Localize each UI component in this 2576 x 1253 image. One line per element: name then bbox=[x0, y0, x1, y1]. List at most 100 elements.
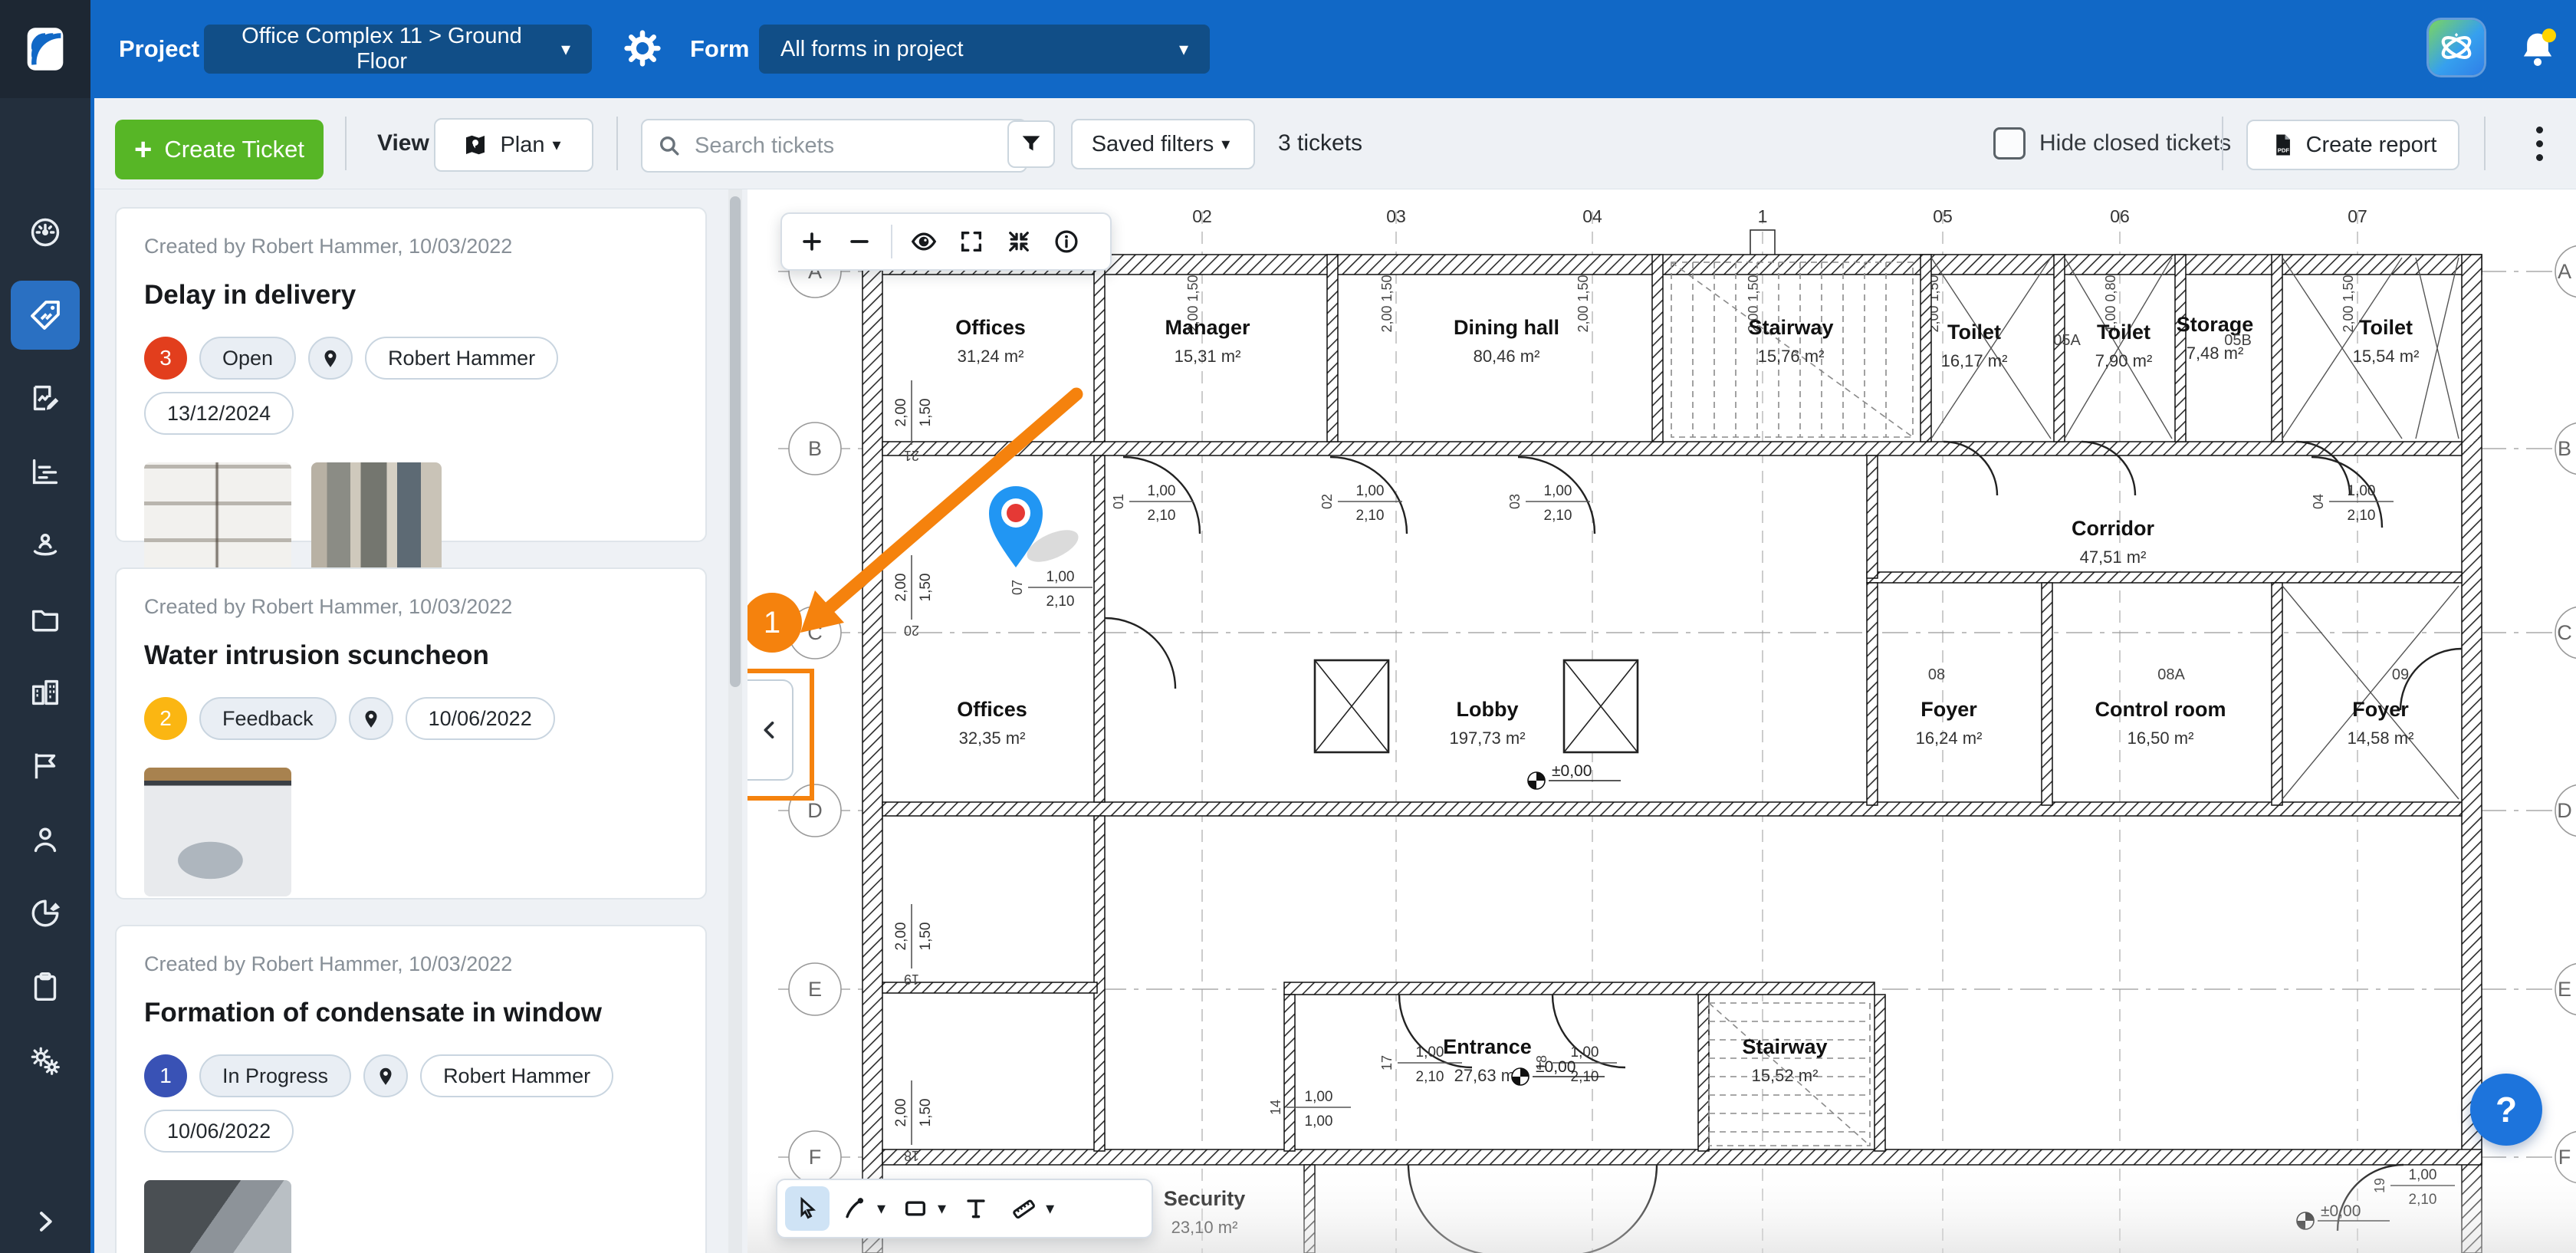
grid-row-label: E bbox=[808, 978, 822, 1001]
search-box bbox=[641, 119, 1027, 173]
more-options-button[interactable] bbox=[2515, 117, 2564, 170]
plan-draw-toolbar: ▾ ▾ ▾ bbox=[776, 1179, 1153, 1238]
dim-top: 1,00 bbox=[1544, 483, 1572, 499]
hide-closed-label: Hide closed tickets bbox=[2039, 130, 2231, 156]
svg-text:C: C bbox=[2557, 621, 2572, 644]
view-selector[interactable]: Plan ▾ bbox=[434, 118, 593, 172]
tickets-toolbar: + Create Ticket View Plan ▾ Saved fil bbox=[90, 98, 2576, 189]
brand-logo-icon bbox=[18, 22, 72, 76]
status-badge: In Progress bbox=[199, 1054, 351, 1097]
location-pin-badge[interactable] bbox=[308, 337, 353, 380]
search-input[interactable] bbox=[693, 133, 972, 160]
create-ticket-button[interactable]: + Create Ticket bbox=[115, 120, 324, 179]
search-icon bbox=[656, 133, 682, 159]
measure-tool-caret[interactable]: ▾ bbox=[1046, 1199, 1054, 1218]
notification-dot bbox=[2542, 28, 2556, 42]
sidebar-item-tasks[interactable] bbox=[11, 952, 80, 1021]
help-button[interactable]: ? bbox=[2470, 1074, 2542, 1146]
shape-tool-caret[interactable]: ▾ bbox=[938, 1199, 946, 1218]
ticket-card[interactable]: Created by Robert Hammer, 10/03/2022 For… bbox=[115, 925, 707, 1253]
chevron-down-icon: ▾ bbox=[1179, 38, 1188, 61]
project-settings-button[interactable] bbox=[619, 26, 665, 72]
floor-plan-canvas[interactable]: 022,00 1,50032,00 1,50042,00 1,5012,00 1… bbox=[748, 189, 2576, 1253]
project-selector-value: Office Complex 11 > Ground Floor bbox=[225, 24, 538, 74]
sidebar-item-documents[interactable] bbox=[11, 584, 80, 653]
room-name: Control room bbox=[2095, 698, 2226, 721]
dim-top: 1,00 bbox=[2348, 483, 2376, 499]
location-pin-badge[interactable] bbox=[363, 1054, 408, 1097]
toggle-visibility-button[interactable] bbox=[902, 219, 946, 264]
checkbox-icon[interactable] bbox=[1993, 127, 2026, 160]
room-name: Toilet bbox=[2097, 321, 2150, 344]
room-name: Lobby bbox=[1457, 698, 1519, 721]
plan-walls bbox=[863, 255, 2482, 1253]
room-area: 15,52 m² bbox=[1752, 1066, 1819, 1085]
brand-logo[interactable] bbox=[0, 0, 90, 98]
zoom-in-button[interactable] bbox=[790, 219, 834, 264]
svg-text:E: E bbox=[2558, 978, 2571, 1001]
pen-tool-button[interactable] bbox=[833, 1186, 877, 1231]
plan-info-button[interactable] bbox=[1044, 219, 1089, 264]
fullscreen-button[interactable] bbox=[949, 219, 994, 264]
sidebar-item-settings[interactable] bbox=[11, 1026, 80, 1095]
collapse-panel-button[interactable] bbox=[748, 679, 794, 781]
filter-button[interactable] bbox=[1007, 120, 1055, 168]
gears-icon bbox=[28, 1043, 63, 1078]
sidebar-item-forms[interactable] bbox=[11, 363, 80, 432]
sidebar-item-projects[interactable] bbox=[11, 658, 80, 727]
create-ticket-label: Create Ticket bbox=[164, 136, 304, 163]
gear-icon bbox=[623, 28, 662, 68]
chevron-right-icon bbox=[30, 1206, 61, 1237]
sidebar-item-tickets[interactable] bbox=[11, 281, 80, 350]
notifications-button[interactable] bbox=[2513, 26, 2562, 75]
sidebar-item-statistics[interactable] bbox=[11, 437, 80, 506]
location-pin-icon bbox=[374, 1064, 397, 1087]
sidebar-item-milestones[interactable] bbox=[11, 732, 80, 801]
dim-top: 2,00 bbox=[893, 574, 909, 602]
room-name: Stairway bbox=[1748, 316, 1833, 339]
hide-closed-toggle[interactable]: Hide closed tickets bbox=[1993, 98, 2231, 189]
chevron-down-icon: ▾ bbox=[561, 38, 570, 61]
plus-icon: + bbox=[134, 134, 152, 165]
saved-filters-selector[interactable]: Saved filters ▾ bbox=[1071, 119, 1255, 169]
shape-tool-button[interactable] bbox=[893, 1186, 938, 1231]
sidebar-item-contacts[interactable] bbox=[11, 805, 80, 874]
grid-row-label: B bbox=[808, 437, 822, 460]
priority-badge: 3 bbox=[144, 337, 187, 380]
ticket-card[interactable]: Created by Robert Hammer, 10/03/2022 Del… bbox=[115, 207, 707, 542]
room-area: 15,54 m² bbox=[2353, 347, 2420, 366]
sidebar-item-site-inspection[interactable] bbox=[11, 511, 80, 580]
ticket-title: Formation of condensate in window bbox=[144, 998, 678, 1028]
dim-bottom: 1,00 bbox=[1305, 1113, 1333, 1130]
project-selector[interactable]: Office Complex 11 > Ground Floor ▾ bbox=[204, 25, 592, 74]
pen-tool-caret[interactable]: ▾ bbox=[877, 1199, 886, 1218]
create-report-button[interactable]: PDF Create report bbox=[2246, 120, 2459, 170]
dashboard-gauge-icon bbox=[28, 215, 63, 250]
zoom-out-button[interactable] bbox=[837, 219, 882, 264]
date-badge: 10/06/2022 bbox=[144, 1110, 294, 1153]
fit-to-screen-button[interactable] bbox=[997, 219, 1041, 264]
dim-number: 04 bbox=[2311, 494, 2326, 509]
dim-bottom: 1,50 bbox=[918, 399, 934, 427]
scrollbar-thumb[interactable] bbox=[730, 196, 741, 687]
ticket-map-pin[interactable] bbox=[989, 486, 1083, 568]
dim-top: 2,00 bbox=[893, 922, 909, 951]
room-area: 16,50 m² bbox=[2128, 728, 2194, 748]
ticket-card[interactable]: Created by Robert Hammer, 10/03/2022 Wat… bbox=[115, 567, 707, 899]
select-tool-button[interactable] bbox=[785, 1186, 830, 1231]
location-pin-badge[interactable] bbox=[349, 697, 393, 740]
photo-water-on-sill[interactable] bbox=[144, 768, 291, 896]
panel-scrollbar[interactable] bbox=[728, 189, 742, 1253]
divider bbox=[2484, 117, 2486, 170]
connect-app-button[interactable] bbox=[2429, 20, 2484, 75]
photo-condensate-window[interactable] bbox=[144, 1180, 291, 1253]
due-date-badge: 13/12/2024 bbox=[144, 392, 294, 435]
divider bbox=[891, 225, 892, 258]
sidebar-expand-button[interactable] bbox=[11, 1195, 80, 1248]
measure-tool-button[interactable] bbox=[1001, 1186, 1046, 1231]
sidebar-item-reports[interactable] bbox=[11, 879, 80, 948]
sidebar-item-dashboard[interactable] bbox=[11, 198, 80, 267]
dim-bottom: 1,50 bbox=[918, 574, 934, 602]
form-selector[interactable]: All forms in project ▾ bbox=[759, 25, 1210, 74]
text-tool-button[interactable] bbox=[954, 1186, 998, 1231]
